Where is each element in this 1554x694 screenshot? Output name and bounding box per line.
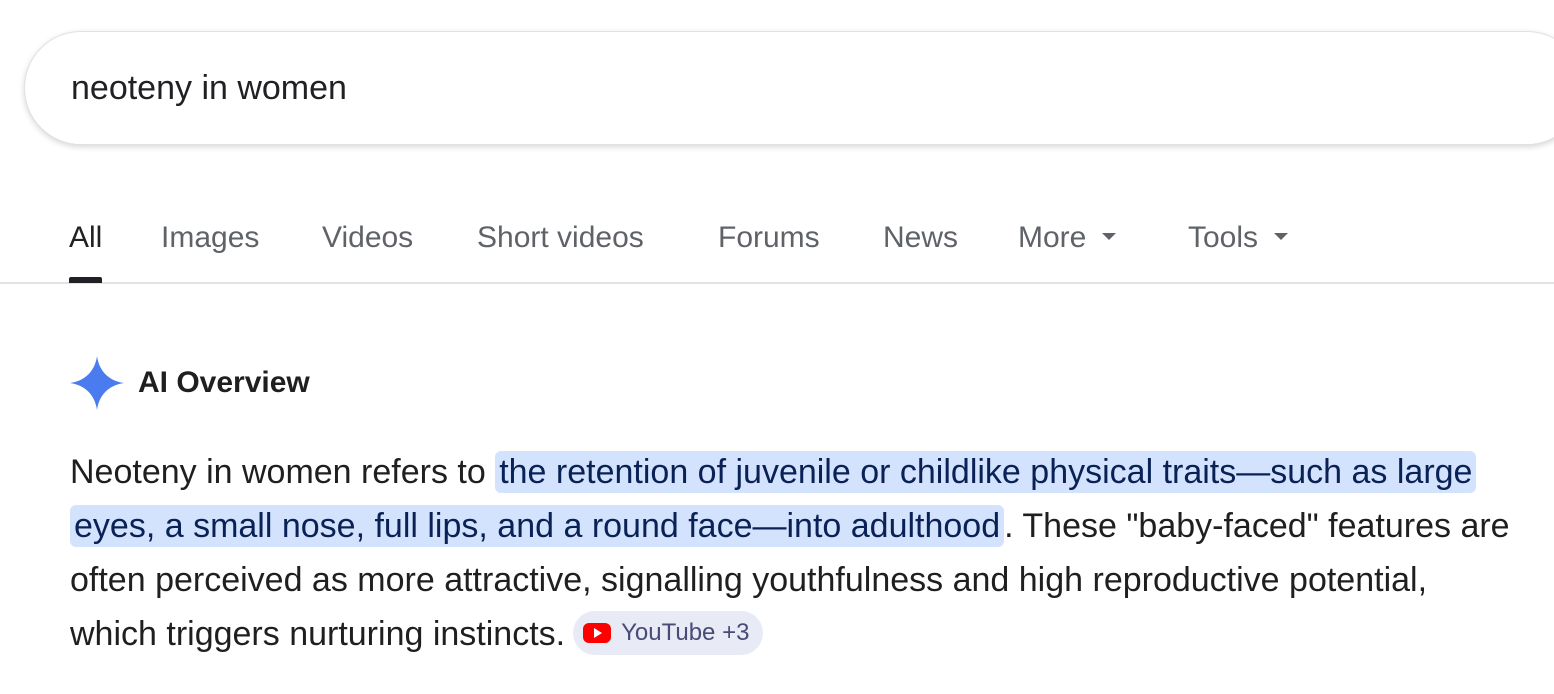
- ai-overview-title: AI Overview: [138, 366, 310, 399]
- ai-overview-text: Neoteny in women refers to the retention…: [70, 445, 1510, 661]
- tab-news[interactable]: News: [883, 218, 958, 258]
- tab-all[interactable]: All: [69, 218, 103, 283]
- tab-forums-label: Forums: [718, 221, 820, 254]
- tab-images-label: Images: [161, 221, 260, 254]
- source-chip-label: YouTube +3: [621, 619, 750, 646]
- tab-all-label: All: [69, 221, 103, 254]
- tab-videos[interactable]: Videos: [322, 218, 413, 258]
- tab-videos-label: Videos: [322, 221, 414, 254]
- active-tab-indicator: [69, 277, 103, 283]
- chevron-down-icon: [1102, 232, 1117, 240]
- tab-images[interactable]: Images: [161, 218, 259, 258]
- tab-tools[interactable]: Tools: [1188, 218, 1289, 258]
- tab-tools-label: Tools: [1188, 221, 1259, 254]
- tab-short-videos[interactable]: Short videos: [477, 218, 644, 258]
- search-tabs: All Images Videos Short videos Forums Ne…: [0, 196, 1554, 284]
- tab-news-label: News: [883, 221, 959, 254]
- youtube-icon: [583, 623, 612, 643]
- tab-short-videos-label: Short videos: [477, 221, 644, 254]
- ai-overview-header: AI Overview: [70, 356, 310, 410]
- source-chip[interactable]: YouTube +3: [573, 611, 764, 655]
- tab-more[interactable]: More: [1018, 218, 1117, 258]
- search-input[interactable]: [71, 62, 1371, 114]
- ai-overview-intro: Neoteny in women refers to: [70, 453, 496, 491]
- tab-more-label: More: [1018, 221, 1087, 254]
- sparkle-icon: [70, 356, 124, 410]
- chevron-down-icon: [1274, 232, 1289, 240]
- search-box[interactable]: [24, 31, 1554, 145]
- tab-forums[interactable]: Forums: [718, 218, 820, 258]
